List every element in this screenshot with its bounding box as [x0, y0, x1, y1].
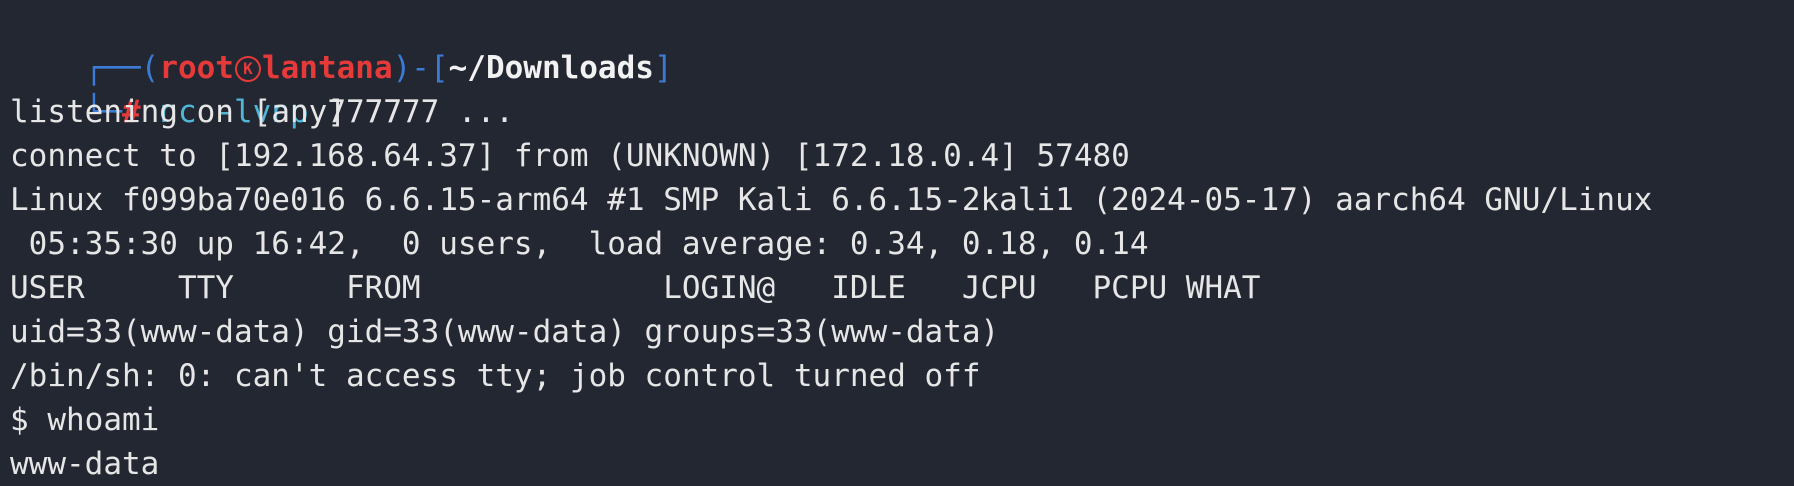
output-line: Linux f099ba70e016 6.6.15-arm64 #1 SMP K… [10, 182, 1653, 218]
output-line: connect to [192.168.64.37] from (UNKNOWN… [10, 138, 1130, 174]
prompt-path: ~/Downloads [448, 50, 654, 86]
prompt-host: lantana [261, 50, 393, 86]
kali-skull-icon [234, 47, 261, 91]
output-line: listening on [any] 7777 ... [10, 94, 514, 130]
prompt-line-top: ┌──(root lantana)-[~/Downloads] [10, 2, 1794, 91]
output-line: www-data [10, 446, 160, 482]
output-line: 05:35:30 up 16:42, 0 users, load average… [10, 226, 1149, 262]
terminal-window[interactable]: ┌──(rootlantana)-[~/Downloads] └─# nc -l… [0, 2, 1794, 486]
output-line: USER TTY FROM LOGIN@ IDLE JCPU PCPU WHAT [10, 270, 1261, 306]
prompt-user: root [159, 50, 234, 86]
output-line: $ whoami [10, 402, 160, 438]
prompt-corner-top: ┌──( [84, 50, 160, 86]
prompt-paren-close: ) [392, 50, 412, 86]
prompt-dash-bracket: -[ [411, 50, 449, 86]
output-line: /bin/sh: 0: can't access tty; job contro… [10, 358, 981, 394]
output-line: uid=33(www-data) gid=33(www-data) groups… [10, 314, 1000, 350]
prompt-bracket-close: ] [653, 50, 673, 86]
